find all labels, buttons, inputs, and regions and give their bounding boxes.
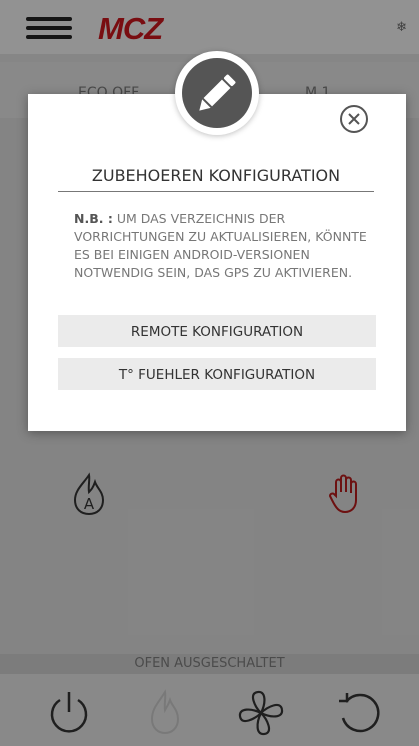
note-text: UM DAS VERZEICHNIS DER VORRICHTUNGEN ZU … — [74, 211, 367, 280]
remote-config-button[interactable]: REMOTE KONFIGURATION — [58, 315, 376, 347]
edit-badge — [175, 51, 259, 135]
note-prefix: N.B. : — [74, 211, 113, 226]
dialog-title: ZUBEHOEREN KONFIGURATION — [58, 166, 374, 192]
sensor-config-button[interactable]: T° FUEHLER KONFIGURATION — [58, 358, 376, 390]
close-icon[interactable] — [340, 105, 368, 133]
dialog-note: N.B. : UM DAS VERZEICHNIS DER VORRICHTUN… — [74, 210, 374, 282]
pencil-icon — [199, 74, 236, 111]
